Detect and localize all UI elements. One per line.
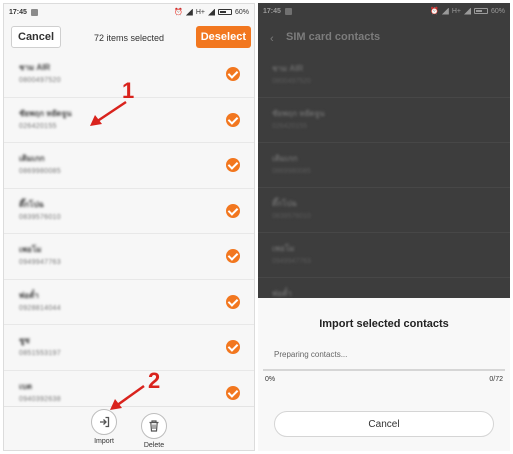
dialog-title: Import selected contacts bbox=[319, 318, 449, 330]
contact-name: เติมเกก bbox=[272, 154, 298, 163]
signal-icon bbox=[441, 7, 449, 15]
contact-name: เพอโม bbox=[19, 245, 42, 254]
list-item: เพอโม 0949947763 bbox=[258, 233, 510, 278]
progress-count: 0/72 bbox=[489, 376, 503, 383]
contact-phone: 026420155 bbox=[19, 122, 57, 130]
status-bar: 17:45 ⏰ H+ 60% bbox=[4, 4, 254, 20]
list-item: ชัยพฤก หยัดจูน 026420155 bbox=[258, 98, 510, 143]
bottom-action-bar: Import Delete bbox=[4, 406, 254, 450]
checked-icon[interactable] bbox=[226, 158, 240, 172]
checked-icon[interactable] bbox=[226, 203, 240, 218]
cancel-button[interactable]: Cancel bbox=[11, 26, 62, 48]
contact-phone: 0949947763 bbox=[19, 259, 61, 266]
signal-icon-2 bbox=[463, 7, 471, 15]
contact-phone: 0800497520 bbox=[272, 78, 311, 85]
alarm-icon: ⏰ bbox=[174, 9, 183, 16]
battery-icon bbox=[217, 9, 232, 15]
selected-count: 72 items selected bbox=[93, 33, 165, 43]
status-right: ⏰ H+ 60% bbox=[430, 7, 505, 15]
status-right: ⏰ H+ 60% bbox=[174, 8, 249, 16]
checked-icon[interactable] bbox=[226, 294, 240, 309]
contact-phone: 0851553197 bbox=[19, 350, 61, 357]
page-title: SIM card contacts bbox=[286, 31, 381, 43]
contact-name: เบต bbox=[19, 381, 33, 391]
status-bar: 17:45 ⏰ H+ 60% bbox=[258, 3, 510, 19]
contact-row[interactable]: เพอโม 0949947763 bbox=[4, 234, 254, 280]
dialog-cancel-button[interactable]: Cancel bbox=[274, 411, 494, 437]
contact-phone: 0839576010 bbox=[272, 213, 311, 220]
battery-percent: 60% bbox=[234, 8, 249, 16]
contact-name: ชัยพฤก หยัดจูน bbox=[19, 108, 72, 118]
contact-name: ตึ๊กโปฉ bbox=[19, 199, 44, 209]
delete-label: Delete bbox=[143, 442, 165, 449]
contact-name: เพอโม bbox=[272, 244, 295, 253]
annotation-arrow-2 bbox=[110, 384, 145, 410]
network-type: H+ bbox=[195, 8, 205, 16]
contact-phone: 0800497520 bbox=[19, 77, 61, 84]
contact-phone: 0940392638 bbox=[19, 395, 61, 403]
status-time: 17:45 bbox=[263, 7, 281, 15]
notification-icon bbox=[30, 8, 38, 16]
import-dialog: Import selected contacts Preparing conta… bbox=[258, 298, 510, 451]
list-item: เติมเกก 0869980085 bbox=[258, 143, 510, 188]
contact-row[interactable]: ตึ๊กโปฉ 0839576010 bbox=[4, 189, 254, 234]
contact-row[interactable]: พ่อตั๋า 0928814044 bbox=[4, 280, 254, 325]
checked-icon[interactable] bbox=[226, 67, 240, 81]
progress-bar bbox=[263, 369, 505, 371]
contact-row[interactable]: ชูช 0851553197 bbox=[4, 325, 254, 371]
battery-icon bbox=[473, 8, 488, 14]
list-item: ชาม AIR 0800497520 bbox=[258, 53, 510, 98]
delete-button[interactable]: Delete bbox=[134, 413, 174, 449]
contact-phone: 0839576010 bbox=[19, 213, 61, 221]
status-time: 17:45 bbox=[9, 8, 27, 16]
contact-phone: 0869980085 bbox=[272, 168, 311, 175]
contact-row[interactable]: เติมเกก 0869980085 bbox=[4, 143, 254, 189]
contact-name: ตึ๊กโปฉ bbox=[272, 199, 297, 208]
contact-name: ชูช bbox=[19, 336, 30, 345]
dialog-status: Preparing contacts... bbox=[274, 350, 348, 359]
contact-name: เติมเกก bbox=[19, 154, 45, 163]
checked-icon[interactable] bbox=[226, 385, 240, 400]
progress-percent: 0% bbox=[265, 376, 276, 383]
selection-toolbar: Cancel 72 items selected Deselect bbox=[4, 22, 254, 54]
notification-icon bbox=[284, 7, 292, 15]
network-type: H+ bbox=[451, 7, 461, 15]
checked-icon[interactable] bbox=[226, 112, 240, 127]
contact-name: ชาม AIR bbox=[272, 64, 304, 73]
contact-name: ชาม AIR bbox=[19, 63, 51, 72]
contact-name: ชัยพฤก หยัดจูน bbox=[272, 109, 325, 118]
contact-phone: 0928814044 bbox=[19, 304, 61, 312]
checked-icon[interactable] bbox=[226, 249, 240, 263]
import-icon[interactable] bbox=[91, 409, 117, 435]
contact-phone: 0869980085 bbox=[19, 168, 61, 175]
checked-icon[interactable] bbox=[226, 340, 240, 354]
deselect-button[interactable]: Deselect bbox=[195, 26, 251, 48]
contact-phone: 0949947763 bbox=[272, 258, 311, 265]
sim-contact-list: ชาม AIR 0800497520 ชัยพฤก หยัดจูน 026420… bbox=[258, 53, 510, 323]
signal-icon-2 bbox=[207, 8, 215, 16]
list-item: ตึ๊กโปฉ 0839576010 bbox=[258, 188, 510, 233]
sim-import-screen: 17:45 ⏰ H+ 60% ‹ SIM card contacts ชาม A… bbox=[258, 3, 510, 451]
contact-phone: 026420155 bbox=[272, 123, 308, 130]
annotation-arrow-1 bbox=[90, 100, 127, 126]
contacts-selection-screen: 17:45 ⏰ H+ 60% Cancel 72 items selected … bbox=[3, 3, 255, 451]
back-arrow-icon[interactable]: ‹ bbox=[270, 33, 274, 45]
import-button[interactable]: Import bbox=[84, 409, 124, 445]
signal-icon bbox=[185, 8, 193, 16]
trash-icon[interactable] bbox=[141, 413, 167, 439]
battery-percent: 60% bbox=[490, 7, 505, 15]
import-label: Import bbox=[94, 438, 114, 445]
contact-name: พ่อตั๋า bbox=[19, 290, 39, 300]
alarm-icon: ⏰ bbox=[430, 8, 439, 15]
